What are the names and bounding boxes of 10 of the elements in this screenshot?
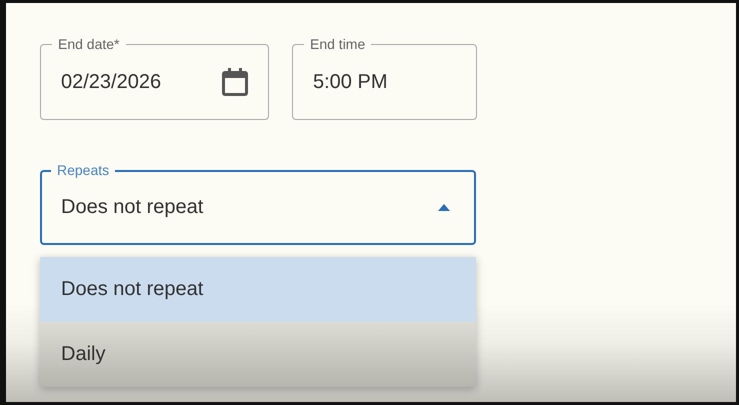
- time-field[interactable]: End time 5:00 PM: [292, 34, 477, 120]
- menu-option[interactable]: Daily: [40, 322, 476, 387]
- field-value: Does not repeat: [61, 196, 204, 219]
- menu-option[interactable]: Does not repeat: [40, 257, 476, 322]
- repeats-select[interactable]: Repeats Does not repeat: [40, 160, 476, 245]
- field-value: 5:00 PM: [313, 70, 388, 94]
- field-value: 02/23/2026: [61, 70, 162, 94]
- caret-icon: [438, 204, 450, 211]
- calendar-icon[interactable]: [222, 68, 248, 96]
- date-field[interactable]: End date* 02/23/2026: [40, 34, 269, 120]
